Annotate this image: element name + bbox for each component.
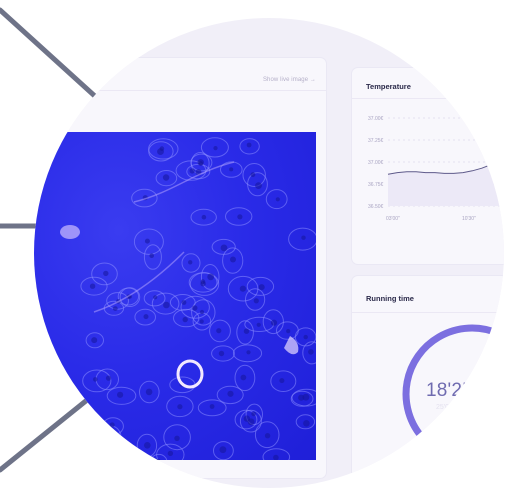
cell-nucleus [145,388,153,396]
running-time-total: 25'00" [436,404,456,411]
cell-nucleus [247,418,255,426]
cell-nucleus [181,300,187,305]
cell-nucleus [200,281,206,287]
cell-nucleus [216,328,222,334]
cell-nucleus [197,159,204,166]
cell-nucleus [279,378,285,384]
cell-nucleus [149,253,154,258]
x-tick-label: 10'30" [462,216,476,222]
x-tick-label: 03'00" [386,216,400,222]
temperature-chart: 37.00€ 37.25€ 37.00€ 36.75€ 36.50€ 03'00" 10'… [368,116,504,222]
cell-nucleus [159,146,165,151]
cell-nucleus [102,441,108,447]
cell-nucleus [230,256,236,263]
cell-nucleus [174,435,180,441]
cell-nucleus [167,450,174,457]
bright-cell [60,225,80,239]
cell-nucleus [255,182,262,189]
cell-nucleus [105,375,112,381]
cell-nucleus [303,420,310,427]
cell-nucleus [209,404,215,409]
cell-nucleus [143,314,149,320]
cell-nucleus [220,244,228,252]
cell-nucleus [103,270,109,277]
cell-nucleus [144,442,151,449]
cell-nucleus [253,298,259,304]
bright-cell [176,359,204,389]
cell-nucleus [177,404,183,410]
y-tick-label: 36.50€ [368,204,384,210]
cell-nucleus [192,305,198,311]
cell-nucleus [201,214,207,220]
cell-nucleus [108,434,115,441]
y-tick-label: 36.75€ [368,182,384,188]
cell-nucleus [275,197,280,202]
cell-nucleus [256,322,261,327]
cell-nucleus [270,319,278,326]
cell-nucleus [93,377,98,382]
running-time-value: 18'25" [426,380,480,401]
cell-nucleus [107,450,114,458]
cell-culture-image [60,137,316,460]
running-time-card: Running time 18'25" 25'00" [352,276,504,488]
cell-nucleus [303,334,308,340]
magnified-view: Show live image → Temperature 37.00€ 37.… [34,18,504,488]
cell-nucleus [109,422,115,428]
cell-nucleus [162,174,170,181]
cell-nucleus [302,393,310,401]
cell-nucleus [117,391,124,398]
cell-nucleus [246,350,251,355]
cell-nucleus [301,235,306,240]
cell-nucleus [250,172,256,178]
cell-nucleus [286,329,291,334]
cell-nucleus [246,142,252,148]
cell-nucleus [258,284,265,291]
cell-nucleus [182,316,188,323]
temperature-area [388,161,504,206]
cell-nucleus [144,238,150,244]
cell-nucleus [218,350,225,357]
temperature-card: Temperature 37.00€ 37.25€ 37.00€ 36.75€ 36.5… [352,68,504,264]
cell-nucleus [199,319,204,324]
cell-nucleus [229,167,234,172]
cell-nucleus [155,458,161,460]
cell-nucleus [227,390,234,397]
cell-nucleus [264,433,271,439]
cell-nucleus [189,168,195,174]
cell-nucleus [213,146,218,151]
cell-nucleus [237,214,243,220]
cell-nucleus [91,337,98,344]
cell-nucleus [239,285,246,292]
cell-nucleus [251,411,256,417]
cell-nucleus [240,374,247,381]
cell-nucleus [273,454,279,460]
cell-nucleus [243,328,250,334]
stage: Show live image → Temperature 37.00€ 37.… [0,0,520,492]
microscope-image [34,132,316,460]
show-live-image-link[interactable]: Show live image → [263,77,316,83]
cell-nucleus [153,295,158,300]
y-tick-label: 37.00€ [368,116,384,122]
cell-nucleus [188,260,193,265]
cell-nucleus [112,306,118,311]
cell-nucleus [163,301,170,309]
cell-nucleus [89,283,96,289]
y-tick-label: 37.00€ [368,160,384,166]
live-image-panel-header: Show live image → [34,58,326,91]
y-tick-label: 37.25€ [368,138,384,144]
cell-nucleus [308,349,314,355]
cell-nucleus [219,446,227,454]
bright-cell [284,336,299,355]
cell-nucleus [199,309,205,315]
cell-nucleus [207,273,215,281]
